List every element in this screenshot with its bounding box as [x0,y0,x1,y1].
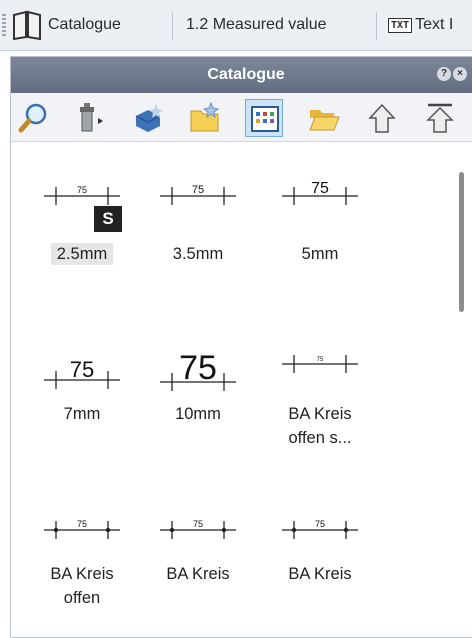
tab-label: Catalogue [48,16,121,33]
dimension-preview-icon: 75 [282,355,358,373]
search-button[interactable] [15,99,53,137]
dimension-value: 75 [317,357,324,363]
shortcut-badge: S [94,206,122,232]
dimension-preview-icon: 75 [282,519,358,539]
tab-divider [376,12,377,40]
tab-text[interactable]: TXT Text I [388,8,453,42]
open-folder-icon [309,110,340,131]
catalogue-item-label: 5mm [264,242,376,266]
dimension-value: 75 [70,357,94,382]
drag-grip-icon[interactable] [2,14,6,36]
document-tab-strip: Catalogue 1.2 Measured value TXT Text I [0,0,472,51]
txt-icon: TXT [388,17,413,33]
tab-catalogue[interactable]: Catalogue [10,8,121,42]
item-label-line1: BA Kreis [288,405,352,423]
item-label-line1: 7mm [63,405,101,423]
grid-view-icon [251,106,279,132]
dimension-value: 75 [193,519,203,529]
catalogue-item-label: BA Kreis [142,562,254,586]
dimension-value: 75 [315,519,325,529]
panel-title: Catalogue [207,66,285,83]
wizard-button[interactable] [71,99,109,137]
item-label-line2: offen s... [288,429,352,447]
tab-measured-value[interactable]: 1.2 Measured value [186,8,327,42]
catalogue-item[interactable]: 75 10mm [142,330,254,460]
folder-star-icon [190,102,220,132]
catalogue-item[interactable]: 75 BA Kreis [142,490,254,620]
item-label-line1: BA Kreis [288,565,352,583]
open-folder-button[interactable] [305,99,343,137]
dimension-value: 75 [311,180,329,197]
item-label-line1: BA Kreis [166,565,230,583]
dimension-preview-icon: 75 [44,357,120,389]
tab-label: Text I [415,16,454,33]
dimension-value: 75 [77,185,87,195]
catalogue-item[interactable]: 75 2.5mm S [26,170,138,300]
tab-label: 1.2 Measured value [186,16,327,33]
catalogue-item[interactable]: 75 3.5mm [142,170,254,300]
catalogue-item-label: BA Kreis offen [26,562,138,610]
arrow-up-icon [368,103,396,133]
top-button[interactable] [421,99,459,137]
dimension-preview-icon: 75 [160,184,236,205]
item-label-line1: 2.5mm [50,243,114,265]
catalogue-item-label: 3.5mm [142,242,254,266]
wizard-icon [80,103,103,132]
panel-titlebar[interactable]: Catalogue ? × [11,57,472,93]
up-button[interactable] [363,99,401,137]
catalogue-item[interactable]: 75 BA Kreis offen s... [264,330,376,460]
help-icon[interactable]: ? [437,67,451,81]
item-label-line1: BA Kreis [50,565,114,583]
catalogue-item[interactable]: 75 BA Kreis [264,490,376,620]
scrollbar-thumb[interactable] [459,172,464,312]
arrow-up-double-icon [426,103,454,133]
catalogue-item-label: BA Kreis [264,562,376,586]
paint-bucket-icon [135,104,163,132]
item-label-line1: 10mm [175,405,221,423]
new-folder-button[interactable] [186,99,224,137]
dimension-preview-icon: 75 [282,180,358,205]
dimension-value: 75 [192,184,204,196]
dimension-preview-icon: 75 [160,519,236,539]
book-icon [13,10,41,40]
catalogue-item-label: 10mm [142,402,254,426]
item-label-line2: offen [63,589,101,607]
dimension-value: 75 [77,519,87,529]
close-icon[interactable]: × [453,67,467,81]
catalogue-item[interactable]: 75 BA Kreis offen [26,490,138,620]
panel-toolbar [11,93,472,142]
catalogue-item-label: 7mm [26,402,138,426]
search-icon [18,103,47,133]
catalogue-item[interactable]: 75 5mm [264,170,376,300]
item-label-line1: 3.5mm [172,245,224,263]
catalogue-item-label: 2.5mm [26,242,138,266]
catalogue-item[interactable]: 75 7mm [26,330,138,460]
dimension-preview-icon: 75 [44,519,120,539]
dimension-value: 75 [179,349,217,387]
tab-divider [172,12,173,40]
item-label-line1: 5mm [301,245,339,263]
paint-button[interactable] [129,99,167,137]
grid-view-button[interactable] [245,99,283,137]
dimension-preview-icon: 75 [160,349,236,391]
catalogue-item-label: BA Kreis offen s... [264,402,376,450]
